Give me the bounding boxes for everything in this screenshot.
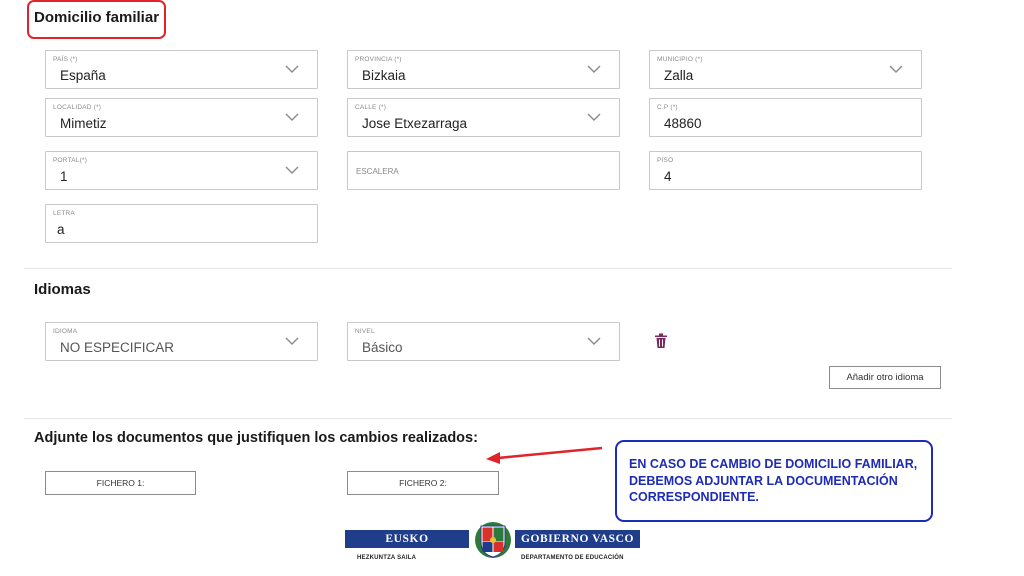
chevron-down-icon[interactable] — [285, 165, 299, 175]
municipio-select[interactable]: MUNICIPIO (*) Zalla — [649, 50, 922, 89]
pais-select[interactable]: PAÍS (*) España — [45, 50, 318, 89]
portal-label: PORTAL(*) — [53, 157, 88, 164]
section-title-documentos: Adjunte los documentos que justifiquen l… — [34, 430, 478, 446]
provincia-value: Bizkaia — [362, 68, 406, 83]
callout-note-text: EN CASO DE CAMBIO DE DOMICILIO FAMILIAR,… — [629, 457, 918, 504]
localidad-label: LOCALIDAD (*) — [53, 104, 102, 111]
idioma-value: NO ESPECIFICAR — [60, 340, 175, 355]
provincia-label: PROVINCIA (*) — [355, 56, 402, 63]
escalera-placeholder: ESCALERA — [356, 167, 399, 176]
add-language-label: Añadir otro idioma — [846, 372, 924, 383]
chevron-down-icon[interactable] — [285, 112, 299, 122]
localidad-value: Mimetiz — [60, 116, 107, 131]
pais-value: España — [60, 68, 106, 83]
letra-input[interactable]: LETRA a — [45, 204, 318, 243]
arrow-icon — [486, 446, 603, 464]
calle-select[interactable]: CALLE (*) Jose Etxezarraga — [347, 98, 620, 137]
letra-label: LETRA — [53, 210, 75, 217]
chevron-down-icon[interactable] — [285, 64, 299, 74]
portal-value: 1 — [60, 169, 68, 184]
section-divider — [24, 418, 952, 419]
chevron-down-icon[interactable] — [285, 336, 299, 346]
nivel-value: Básico — [362, 340, 403, 355]
file2-label: FICHERO 2: — [399, 478, 447, 488]
logo-left-title: EUSKO JAURLARITZA — [345, 530, 469, 563]
section-title-idiomas: Idiomas — [34, 281, 91, 298]
section-title-domicilio: Domicilio familiar — [34, 9, 160, 26]
nivel-label: NIVEL — [355, 328, 375, 335]
logo-right-sub: DEPARTAMENTO DE EDUCACIÓN — [521, 555, 624, 561]
government-logo: EUSKO JAURLARITZA GOBIERNO VASCO HEZKUNT… — [345, 520, 640, 566]
idioma-select[interactable]: IDIOMA NO ESPECIFICAR — [45, 322, 318, 361]
trash-icon[interactable] — [654, 333, 668, 349]
file1-label: FICHERO 1: — [96, 478, 145, 488]
portal-select[interactable]: PORTAL(*) 1 — [45, 151, 318, 190]
chevron-down-icon[interactable] — [587, 112, 601, 122]
pais-label: PAÍS (*) — [53, 56, 78, 63]
calle-label: CALLE (*) — [355, 104, 387, 111]
piso-value: 4 — [664, 169, 672, 184]
section-divider — [24, 268, 952, 269]
cp-label: C.P (*) — [657, 104, 678, 111]
localidad-select[interactable]: LOCALIDAD (*) Mimetiz — [45, 98, 318, 137]
add-language-button[interactable]: Añadir otro idioma — [829, 366, 941, 389]
calle-value: Jose Etxezarraga — [362, 116, 468, 131]
cp-value: 48860 — [664, 116, 702, 131]
cp-input[interactable]: C.P (*) 48860 — [649, 98, 922, 137]
municipio-label: MUNICIPIO (*) — [657, 56, 703, 63]
file2-button[interactable]: FICHERO 2: — [347, 471, 499, 495]
letra-value: a — [57, 222, 65, 237]
nivel-select[interactable]: NIVEL Básico — [347, 322, 620, 361]
coat-of-arms-icon — [475, 522, 511, 558]
idioma-label: IDIOMA — [53, 328, 78, 335]
municipio-value: Zalla — [664, 68, 694, 83]
chevron-down-icon[interactable] — [889, 64, 903, 74]
escalera-input[interactable]: ESCALERA — [347, 151, 620, 190]
piso-label: PISO — [657, 157, 674, 164]
logo-right-title: GOBIERNO VASCO — [515, 530, 640, 548]
chevron-down-icon[interactable] — [587, 64, 601, 74]
callout-note: EN CASO DE CAMBIO DE DOMICILIO FAMILIAR,… — [615, 440, 933, 522]
provincia-select[interactable]: PROVINCIA (*) Bizkaia — [347, 50, 620, 89]
file1-button[interactable]: FICHERO 1: — [45, 471, 196, 495]
logo-left-sub: HEZKUNTZA SAILA — [357, 555, 417, 561]
chevron-down-icon[interactable] — [587, 336, 601, 346]
piso-input[interactable]: PISO 4 — [649, 151, 922, 190]
